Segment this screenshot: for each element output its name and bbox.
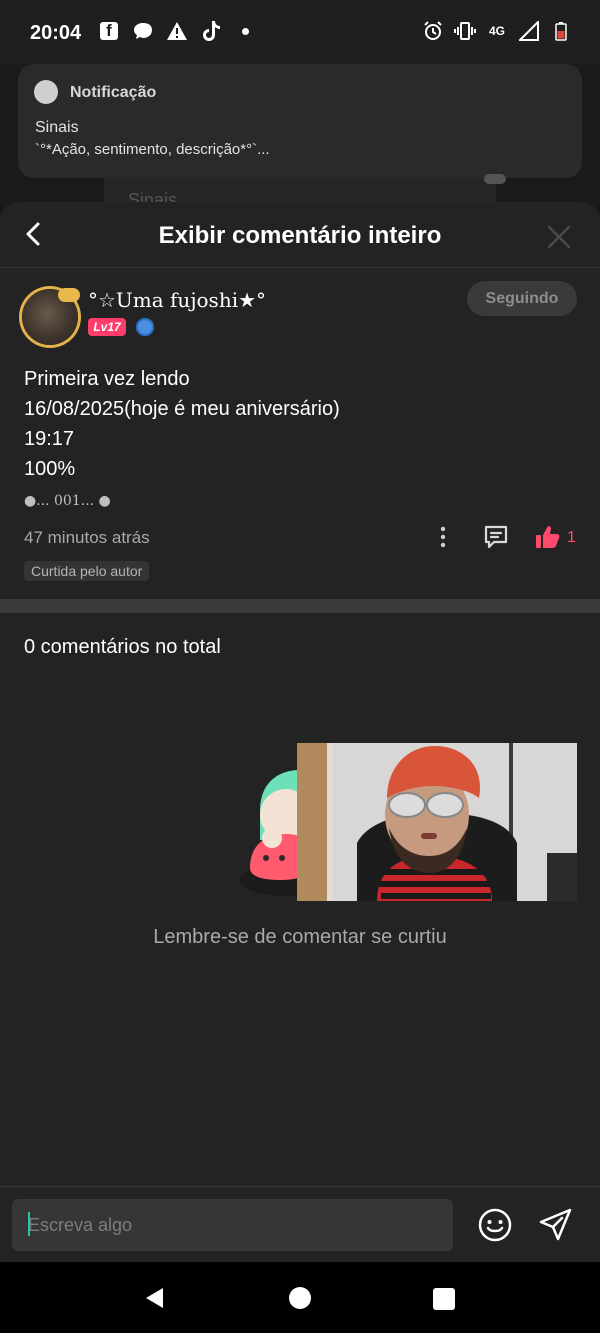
nav-home-button[interactable] xyxy=(289,1287,311,1309)
notification-body: `°*Ação, sentimento, descrição*°`... xyxy=(35,141,270,158)
facebook-icon: f xyxy=(98,20,120,42)
level-badge: Lv17 xyxy=(88,318,126,336)
page-title: Exibir comentário inteiro xyxy=(158,222,442,249)
composer-divider xyxy=(0,1186,600,1187)
vibrate-icon xyxy=(454,20,476,42)
more-options-button[interactable] xyxy=(432,525,454,549)
close-icon xyxy=(547,225,571,249)
warning-icon xyxy=(166,20,188,42)
comment-line: 19:17 xyxy=(24,428,75,450)
status-left-icons: f xyxy=(98,20,256,42)
avatar-frame-ornament xyxy=(58,288,80,302)
thumbs-up-icon xyxy=(536,526,560,548)
network-type: 4G xyxy=(488,24,505,38)
alarm-icon xyxy=(422,20,444,42)
notification-app-icon xyxy=(34,80,58,104)
triangle-back-icon xyxy=(146,1288,163,1308)
empty-state-hint: Lembre-se de comentar se curtiu xyxy=(153,926,447,948)
nav-back-button[interactable] xyxy=(143,1286,167,1310)
emoji-button[interactable] xyxy=(477,1207,513,1243)
header-divider xyxy=(0,267,600,268)
more-vertical-icon xyxy=(440,526,446,548)
notification-card[interactable]: Notificação Sinais `°*Ação, sentimento, … xyxy=(18,64,582,178)
video-overlay[interactable] xyxy=(297,743,577,901)
notification-app-name: Notificação xyxy=(70,84,157,101)
comment-line: 100% xyxy=(24,458,76,480)
battery-icon xyxy=(550,20,572,42)
like-count: 1 xyxy=(567,529,576,546)
send-button[interactable] xyxy=(538,1206,574,1242)
comment-content: Primeira vez lendo 16/08/2025(hoje é meu… xyxy=(24,364,340,484)
reply-button[interactable] xyxy=(482,523,510,551)
comments-total: 0 comentários no total xyxy=(24,636,221,658)
nav-recents-button[interactable] xyxy=(433,1288,455,1310)
signal-icon xyxy=(518,20,540,42)
comment-input[interactable] xyxy=(12,1199,453,1251)
author-liked-badge: Curtida pelo autor xyxy=(24,561,150,581)
username[interactable]: °☆Uma fujoshi★° xyxy=(88,288,266,312)
text-caret xyxy=(28,1212,30,1236)
comment-signature: ●... 001... ● xyxy=(24,493,111,509)
status-right-icons: 4G xyxy=(422,20,572,42)
verified-badge-icon xyxy=(136,318,154,336)
background-toggle xyxy=(484,174,506,184)
chat-bubble-icon xyxy=(132,20,154,42)
following-button[interactable]: Seguindo xyxy=(467,281,577,316)
notification-title: Sinais xyxy=(35,119,79,136)
close-button[interactable] xyxy=(546,224,572,250)
dot-icon xyxy=(234,20,256,42)
comment-line: Primeira vez lendo xyxy=(24,368,190,390)
comment-timestamp: 47 minutos atrás xyxy=(24,528,150,547)
comment-line: 16/08/2025(hoje é meu aniversário) xyxy=(24,398,340,420)
status-time: 20:04 xyxy=(30,22,82,44)
tiktok-icon xyxy=(200,20,222,42)
send-icon xyxy=(539,1208,572,1241)
like-button[interactable] xyxy=(534,523,562,551)
comment-sheet xyxy=(0,202,600,1262)
section-separator xyxy=(0,599,600,613)
comment-icon xyxy=(484,525,508,549)
smiley-icon xyxy=(478,1208,512,1242)
